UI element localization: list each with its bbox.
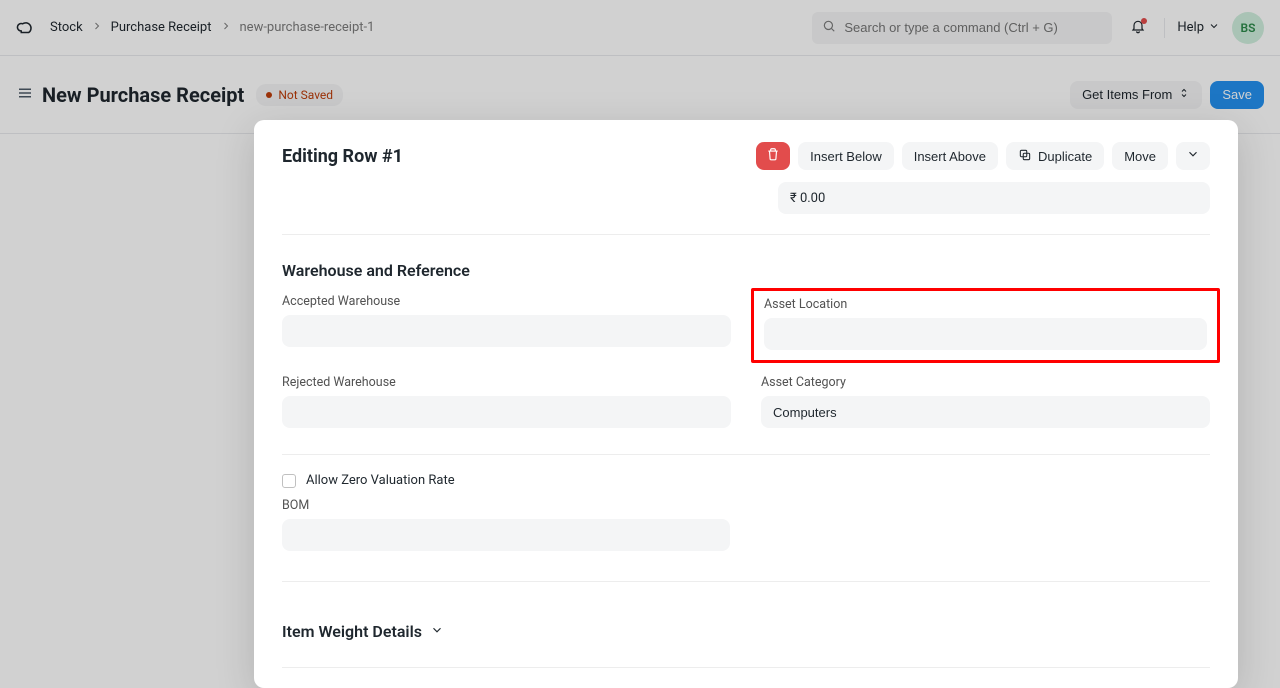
divider (282, 454, 1210, 455)
field-rejected-warehouse: Rejected Warehouse (282, 375, 731, 428)
chevron-down-icon (1186, 147, 1200, 165)
item-weight-section-toggle[interactable]: Item Weight Details (282, 600, 1210, 641)
item-weight-title: Item Weight Details (282, 622, 422, 641)
bom-label: BOM (282, 498, 730, 513)
field-asset-location: Asset Location (764, 297, 1207, 350)
insert-below-button[interactable]: Insert Below (798, 142, 894, 170)
allow-zero-checkbox[interactable] (282, 474, 296, 488)
duplicate-icon (1018, 148, 1032, 165)
divider (282, 667, 1210, 668)
field-accepted-warehouse: Accepted Warehouse (282, 294, 731, 353)
asset-location-label: Asset Location (764, 297, 1207, 312)
field-bom: BOM (282, 498, 730, 551)
duplicate-button[interactable]: Duplicate (1006, 142, 1104, 170)
modal-header: Editing Row #1 Insert Below Insert Above… (254, 120, 1238, 182)
allow-zero-label: Allow Zero Valuation Rate (306, 473, 455, 488)
asset-category-label: Asset Category (761, 375, 1210, 390)
field-asset-category: Asset Category (761, 375, 1210, 428)
rejected-warehouse-input[interactable] (282, 396, 731, 428)
insert-above-button[interactable]: Insert Above (902, 142, 998, 170)
bom-input[interactable] (282, 519, 730, 551)
amount-display: ₹ 0.00 (778, 182, 1210, 214)
delete-row-button[interactable] (756, 142, 790, 170)
row-editor-modal: Editing Row #1 Insert Below Insert Above… (254, 120, 1238, 688)
divider (282, 234, 1210, 235)
asset-location-highlight: Asset Location (751, 288, 1220, 363)
modal-body[interactable]: ₹ 0.00 Warehouse and Reference Accepted … (254, 182, 1238, 688)
modal-more-button[interactable] (1176, 142, 1210, 170)
move-button[interactable]: Move (1112, 142, 1168, 170)
divider (282, 581, 1210, 582)
modal-title: Editing Row #1 (282, 146, 403, 167)
accepted-warehouse-label: Accepted Warehouse (282, 294, 731, 309)
accepted-warehouse-input[interactable] (282, 315, 731, 347)
prev-section-tail: ₹ 0.00 (282, 182, 1210, 234)
allow-zero-row[interactable]: Allow Zero Valuation Rate (282, 473, 1210, 488)
asset-category-input[interactable] (761, 396, 1210, 428)
trash-icon (766, 147, 780, 165)
rejected-warehouse-label: Rejected Warehouse (282, 375, 731, 390)
chevron-down-icon (430, 622, 444, 641)
asset-location-input[interactable] (764, 318, 1207, 350)
duplicate-label: Duplicate (1038, 149, 1092, 164)
